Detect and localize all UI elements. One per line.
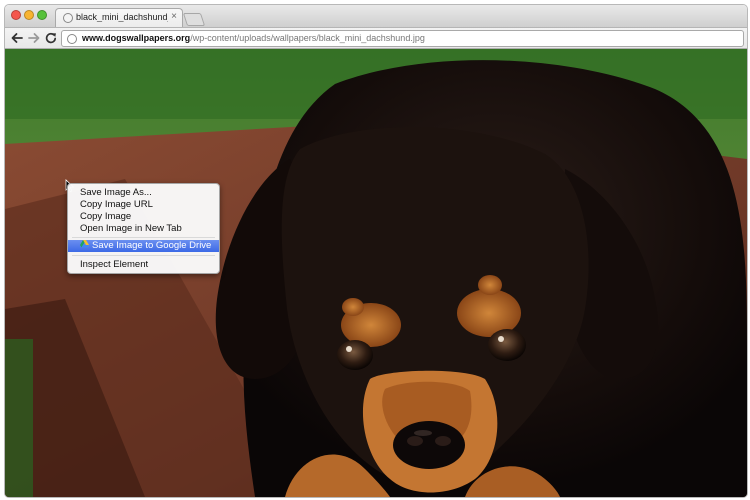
page-content: Save Image As... Copy Image URL Copy Ima… — [5, 49, 747, 497]
reload-icon[interactable] — [44, 31, 58, 45]
maximize-window-icon[interactable] — [37, 10, 47, 20]
forward-icon[interactable] — [27, 31, 41, 45]
menu-item-copy-image[interactable]: Copy Image — [68, 211, 219, 223]
close-window-icon[interactable] — [11, 10, 21, 20]
menu-item-inspect-element[interactable]: Inspect Element — [68, 259, 219, 271]
page-favicon-icon — [63, 13, 73, 23]
back-icon[interactable] — [10, 31, 24, 45]
menu-item-copy-image-url[interactable]: Copy Image URL — [68, 199, 219, 211]
tab-close-icon[interactable]: × — [171, 11, 177, 22]
tab-title: black_mini_dachshund_pupp — [76, 12, 168, 22]
browser-tab[interactable]: black_mini_dachshund_pupp × — [55, 8, 183, 27]
url-host: www.dogswallpapers.org — [82, 33, 191, 43]
browser-toolbar: www.dogswallpapers.org/wp-content/upload… — [5, 27, 747, 49]
menu-separator — [72, 255, 215, 256]
menu-item-label: Save Image to Google Drive — [92, 240, 212, 251]
menu-item-open-image-new-tab[interactable]: Open Image in New Tab — [68, 223, 219, 235]
url-path: /wp-content/uploads/wallpapers/black_min… — [190, 33, 425, 43]
title-bar: black_mini_dachshund_pupp × — [5, 5, 747, 27]
context-menu: Save Image As... Copy Image URL Copy Ima… — [67, 183, 220, 274]
menu-item-save-image-as[interactable]: Save Image As... — [68, 187, 219, 199]
site-info-icon[interactable] — [67, 34, 77, 44]
google-drive-icon — [80, 240, 89, 248]
browser-window: black_mini_dachshund_pupp × www.dogswall… — [4, 4, 748, 498]
address-bar[interactable]: www.dogswallpapers.org/wp-content/upload… — [61, 30, 744, 47]
menu-separator — [72, 237, 215, 238]
url-text: www.dogswallpapers.org/wp-content/upload… — [82, 33, 425, 43]
menu-item-save-to-google-drive[interactable]: Save Image to Google Drive — [68, 240, 219, 252]
minimize-window-icon[interactable] — [24, 10, 34, 20]
new-tab-icon[interactable] — [182, 13, 206, 26]
